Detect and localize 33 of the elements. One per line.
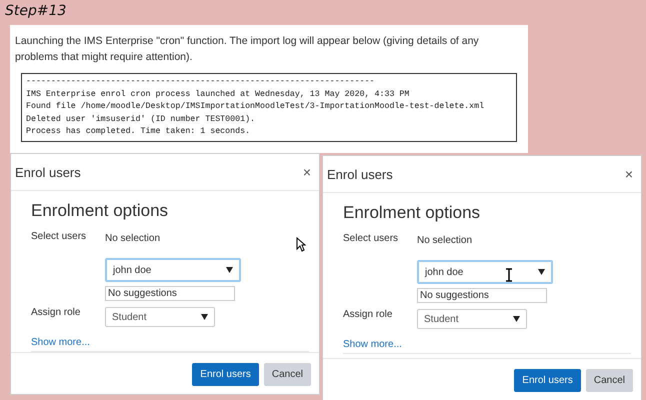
role-select[interactable]: Student: [417, 309, 527, 329]
selection-text: No selection: [417, 234, 474, 246]
field-label: Assign role: [343, 309, 394, 320]
section-heading: Enrolment options: [343, 203, 482, 223]
dialog-title: Enrol users: [327, 166, 393, 182]
suggestions-list: No suggestions: [105, 286, 235, 301]
intro-text: Launching the IMS Enterprise "cron" function. The import log will appear below (giving details of any problems that might require attention).: [15, 34, 480, 65]
caret-icon: [538, 269, 545, 275]
caret-icon: [201, 314, 208, 320]
role-select[interactable]: Student: [105, 307, 215, 327]
enrol-button[interactable]: Enrol users: [192, 363, 259, 386]
close-button[interactable]: ×: [624, 166, 633, 182]
suggestions-list: No suggestions: [417, 288, 547, 303]
dialog-title: Enrol users: [15, 164, 81, 180]
cancel-button[interactable]: Cancel: [586, 369, 633, 392]
enrol-button[interactable]: Enrol users: [514, 369, 581, 392]
text-cursor-icon: [506, 268, 512, 282]
section-heading: Enrolment options: [31, 201, 170, 221]
cancel-button[interactable]: Cancel: [264, 363, 311, 386]
import-log: ---------------------------------------------------------------------- IMS Enterprise enrol cron process launched at Wednesday, 13 May 2020, 4:33 PM Found file /home/moodle/Desktop/IMSImportationMoodleTest/3-ImportationMoodle-test-delete.xml Deleted user 'imsuserid' (ID number TEST0001). Process has completed. Time taken: 1 seconds.: [21, 73, 517, 142]
field-label: Select users: [31, 231, 88, 242]
show-more-link[interactable]: Show more...: [31, 337, 309, 352]
close-button[interactable]: ×: [302, 164, 311, 180]
field-label: Select users: [343, 233, 400, 244]
caret-icon: [226, 267, 233, 273]
search-field[interactable]: john doe: [417, 260, 553, 284]
mouse-pointer-icon: [296, 237, 306, 252]
show-more-link[interactable]: Show more...: [343, 339, 631, 354]
field-label: Assign role: [31, 307, 82, 318]
selection-text: No selection: [105, 232, 162, 244]
step-label: Step#13: [4, 2, 68, 21]
search-field[interactable]: john doe: [105, 258, 241, 282]
caret-icon: [513, 316, 520, 322]
